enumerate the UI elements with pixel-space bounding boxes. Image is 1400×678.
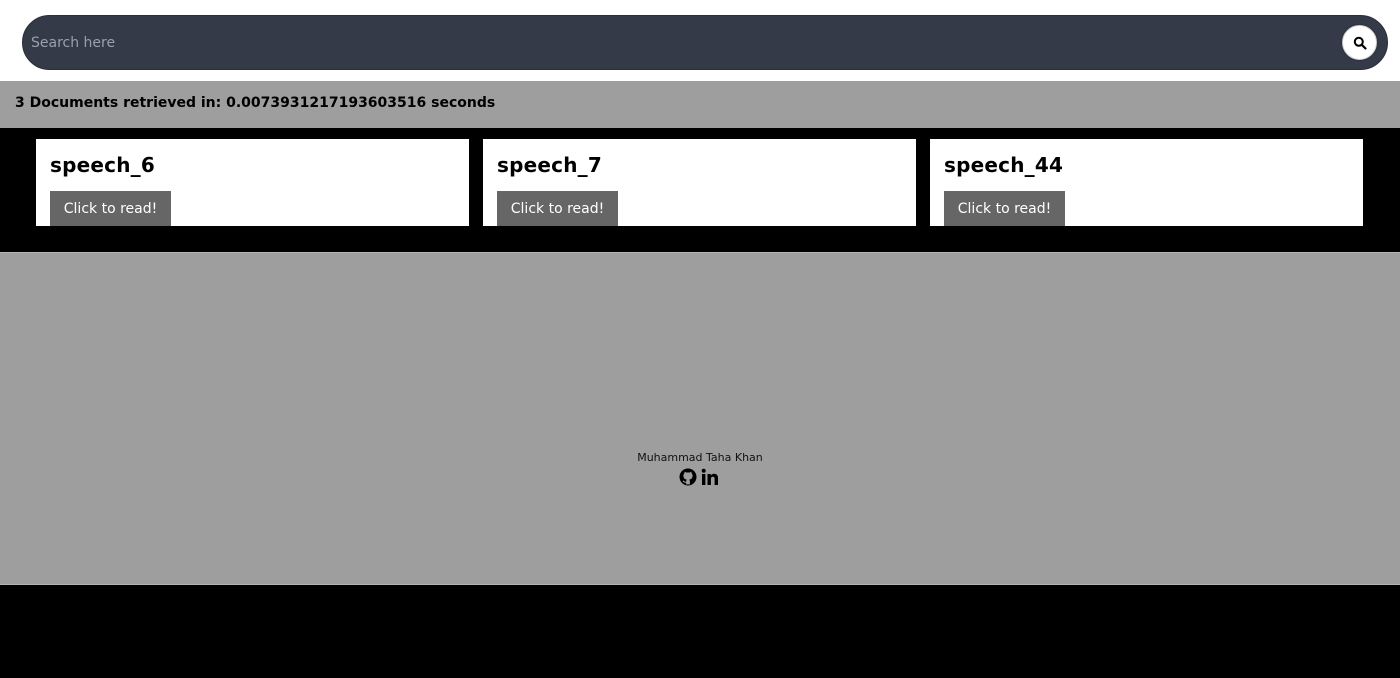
- github-icon: [679, 468, 697, 486]
- linkedin-link[interactable]: [700, 467, 720, 487]
- search-bar: [22, 15, 1388, 70]
- search-input[interactable]: [31, 28, 1331, 58]
- search-button[interactable]: [1342, 25, 1377, 60]
- github-link[interactable]: [678, 467, 698, 487]
- read-button[interactable]: Click to read!: [944, 191, 1065, 226]
- retrieval-status-text: 3 Documents retrieved in: 0.007393121719…: [15, 95, 496, 111]
- search-icon: [1353, 36, 1367, 50]
- linkedin-icon: [701, 468, 718, 485]
- page-bottom: [0, 585, 1400, 678]
- footer: Muhammad Taha Khan: [0, 252, 1400, 585]
- author-name: Muhammad Taha Khan: [637, 451, 763, 464]
- result-card: speech_44 Click to read!: [930, 139, 1363, 226]
- social-links: [678, 466, 722, 488]
- result-title: speech_44: [944, 153, 1064, 177]
- result-title: speech_6: [50, 153, 155, 177]
- result-title: speech_7: [497, 153, 602, 177]
- result-card: speech_6 Click to read!: [36, 139, 469, 226]
- read-button[interactable]: Click to read!: [497, 191, 618, 226]
- status-bar: 3 Documents retrieved in: 0.007393121719…: [0, 81, 1400, 128]
- results-list: speech_6 Click to read! speech_7 Click t…: [0, 128, 1400, 252]
- read-button[interactable]: Click to read!: [50, 191, 171, 226]
- result-card: speech_7 Click to read!: [483, 139, 916, 226]
- header: [0, 0, 1400, 81]
